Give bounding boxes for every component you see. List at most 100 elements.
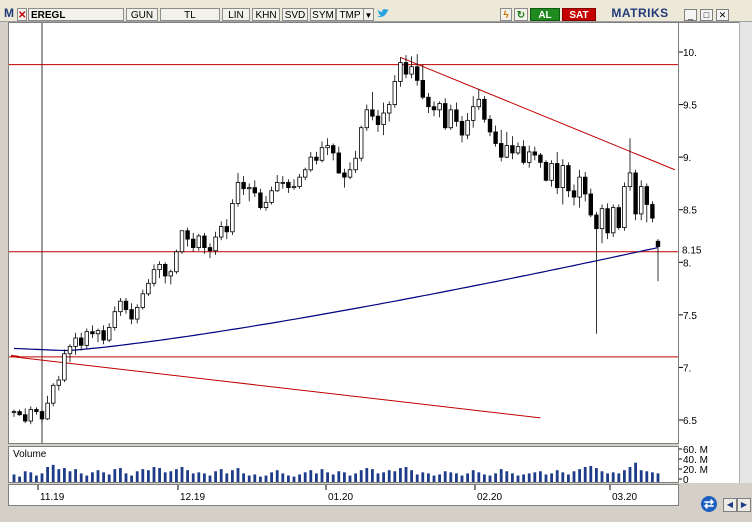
candle-body <box>56 379 61 386</box>
period-button-gun[interactable]: GUN <box>126 8 158 21</box>
volume-bar <box>197 472 201 482</box>
sync-icon[interactable]: ⇄ <box>701 496 717 512</box>
candle-body <box>543 162 549 181</box>
volume-bar <box>550 473 553 482</box>
volume-bar <box>421 472 425 482</box>
volume-bar <box>600 471 604 482</box>
volume-bar <box>152 467 156 482</box>
candle-body <box>510 145 515 154</box>
volume-bar <box>483 474 486 482</box>
candlestick <box>532 146 537 161</box>
candlestick <box>11 409 17 417</box>
volume-bar <box>303 472 307 482</box>
candlestick <box>151 264 157 287</box>
candle-body <box>431 106 437 111</box>
candlestick <box>84 328 89 349</box>
candlestick <box>358 125 364 162</box>
volume-bar <box>488 475 492 482</box>
button-sym[interactable]: SYM <box>310 8 336 21</box>
candle-body <box>655 240 661 247</box>
volume-bar <box>399 468 402 482</box>
volume-bar <box>533 472 537 482</box>
buy-button[interactable]: AL <box>530 8 560 21</box>
candlestick <box>263 196 269 211</box>
volume-bar <box>578 469 581 482</box>
sell-button[interactable]: SAT <box>562 8 596 21</box>
time-axis-label: 02.20 <box>477 492 502 503</box>
price-chart-area[interactable] <box>8 22 679 444</box>
vertical-scrollbar[interactable] <box>739 22 752 483</box>
restore-icon[interactable]: □ <box>700 9 713 21</box>
candlestick <box>123 298 129 314</box>
right-arrow-icon[interactable]: ▶ <box>737 498 751 512</box>
template-button-tmp[interactable]: TMP <box>336 8 364 21</box>
volume-panel[interactable]: Volume <box>8 446 679 483</box>
chart-type-button-khn[interactable]: KHN <box>252 8 280 21</box>
candlestick <box>538 152 543 168</box>
candle-body <box>174 251 179 273</box>
candlestick <box>241 176 246 195</box>
candle-body <box>224 226 229 233</box>
close-icon[interactable]: ✕ <box>716 9 729 21</box>
candlestick <box>291 179 297 190</box>
volume-axis-label: 0 <box>683 475 689 483</box>
price-axis-label: 7. <box>683 363 691 374</box>
volume-bar <box>326 472 329 482</box>
refresh-icon[interactable]: ↻ <box>514 8 528 21</box>
candlestick <box>101 325 106 345</box>
volume-bar <box>18 476 21 482</box>
volume-bar <box>57 469 61 482</box>
close-x-icon[interactable]: ✕ <box>17 8 27 21</box>
candlestick <box>487 115 493 137</box>
volume-bar <box>91 472 94 482</box>
volume-bar <box>264 475 268 482</box>
volume-bar <box>365 468 369 482</box>
volume-bar <box>281 473 285 482</box>
volume-bar <box>539 471 542 482</box>
candle-body <box>230 203 235 233</box>
volume-bar <box>147 470 150 482</box>
volume-bar <box>656 473 660 482</box>
candlestick <box>157 261 162 279</box>
minimize-icon[interactable]: _ <box>684 9 697 21</box>
twitter-bird-icon[interactable] <box>376 6 390 19</box>
candle-body <box>549 163 554 181</box>
candle-body <box>297 176 302 187</box>
volume-bar <box>583 467 587 482</box>
price-axis: 10. 9.5 9. 8.5 8. 7.5 7. 6.5 8.15 60. M 40. M 20. M… <box>679 22 739 483</box>
volume-bar <box>35 475 38 482</box>
candle-body <box>202 235 207 248</box>
candle-body <box>22 414 28 422</box>
candle-body <box>135 307 140 320</box>
volume-bar <box>102 472 105 482</box>
time-axis-label: 11.19 <box>40 492 65 503</box>
candle-body <box>118 300 123 313</box>
candlestick <box>442 98 448 130</box>
volume-bar <box>12 474 16 482</box>
currency-button-tl[interactable]: TL <box>160 8 220 21</box>
candlestick <box>493 125 498 147</box>
candle-body <box>465 119 470 136</box>
candle-body <box>308 156 313 171</box>
left-arrow-icon[interactable]: ◀ <box>723 498 737 512</box>
candlestick <box>555 151 560 194</box>
candlestick <box>650 201 655 223</box>
candlestick <box>235 172 241 207</box>
symbol-field[interactable]: EREGL <box>28 8 124 21</box>
dropdown-arrow-icon[interactable]: ▼ <box>363 8 374 21</box>
button-svd[interactable]: SVD <box>282 8 308 21</box>
volume-bar <box>376 473 380 482</box>
volume-bar <box>567 474 570 482</box>
volume-bar <box>499 469 503 482</box>
candle-body <box>330 145 336 154</box>
volume-bar <box>287 475 290 482</box>
candle-body <box>39 411 45 420</box>
lightning-icon[interactable]: ϟ <box>500 8 512 21</box>
candle-body <box>62 353 67 381</box>
candle-body <box>611 207 616 234</box>
scale-button-lin[interactable]: LIN <box>222 8 250 21</box>
candlestick <box>655 239 661 282</box>
candle-body <box>627 172 633 187</box>
candlestick <box>392 75 397 108</box>
candlestick <box>56 375 61 391</box>
